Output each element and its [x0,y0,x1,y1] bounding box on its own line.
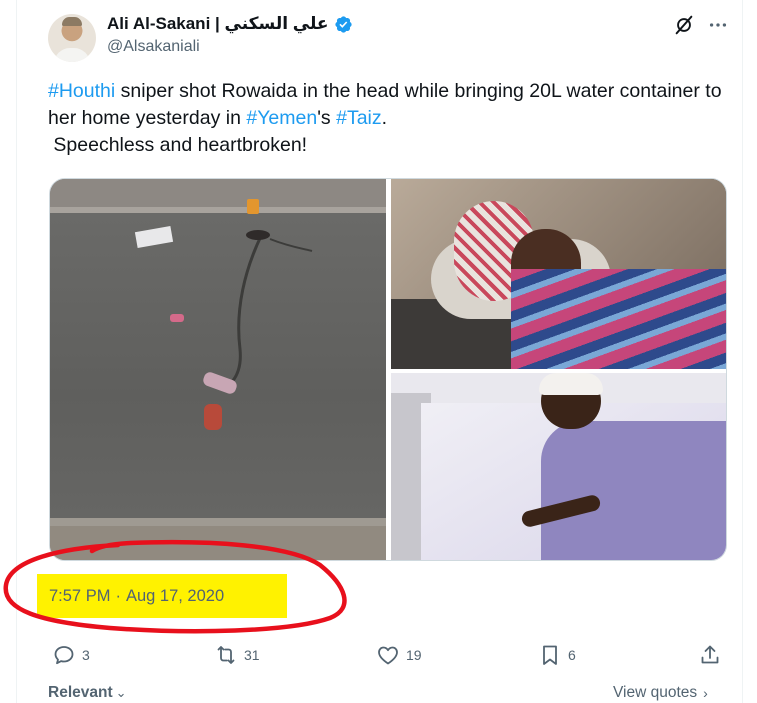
hashtag-link[interactable]: #Yemen [246,107,317,129]
sort-replies-dropdown[interactable]: Relevant ⌄ [48,684,127,702]
more-icon[interactable] [707,14,729,36]
sort-label: Relevant [48,684,113,701]
tweet-text: #Houthi sniper shot Rowaida in the head … [48,78,728,159]
author-display-name[interactable]: Ali Al-Sakani | علي السكني [107,14,329,34]
media-photo-injured-girl[interactable] [391,179,726,369]
avatar-shirt [54,48,90,62]
bookmark-count: 6 [568,647,576,663]
photo-sidewalk-bottom [50,526,386,560]
hashtag-link[interactable]: #Houthi [48,80,115,102]
photo-jerrycan [247,199,259,214]
reply-button[interactable]: 3 [52,640,90,670]
photo-trail [228,230,313,386]
reply-icon [54,646,74,665]
bookmark-button[interactable]: 6 [538,640,576,670]
timestamp-separator: · [115,586,121,605]
timestamp-time: 7:57 PM [49,586,111,605]
tweet-action-bar: 3 31 19 6 [48,640,728,670]
bookmark-icon [543,645,557,665]
tweet-timestamp[interactable]: 7:57 PM · Aug 17, 2020 [37,574,287,618]
media-photo-hospital-bed[interactable] [391,373,726,560]
view-quotes-link[interactable]: View quotes › [613,684,708,702]
media-photo-street[interactable] [50,179,386,560]
photo-gown [541,421,726,560]
media-grid[interactable] [49,178,727,561]
photo-curb-bottom [50,518,386,526]
hashtag-link[interactable]: #Taiz [336,107,382,129]
share-button[interactable] [698,640,722,670]
timeline-left-border [16,0,17,703]
avatar[interactable] [48,14,96,62]
grok-icon[interactable] [673,14,695,36]
timestamp-date: Aug 17, 2020 [125,586,225,605]
photo-object [170,314,184,322]
photo-head-bandage-2 [539,373,603,395]
author-handle[interactable]: @Alsakaniali [107,38,200,56]
chevron-right-icon: › [703,685,708,701]
verified-badge-icon [334,15,352,33]
avatar-cap [62,17,82,26]
reply-count: 3 [82,647,90,663]
tweet-text-segment: 's [317,107,337,129]
like-button[interactable]: 19 [376,640,422,670]
repost-icon [217,646,235,664]
repost-button[interactable]: 31 [214,640,260,670]
tweet-text-segment: sniper shot Rowaida in the head while br… [48,80,727,129]
like-icon [378,646,398,665]
view-quotes-label: View quotes [613,684,698,701]
repost-count: 31 [244,647,260,663]
photo-figure-standing [204,404,222,430]
photo-blanket [511,269,726,369]
like-count: 19 [406,647,422,663]
chevron-down-icon: ⌄ [115,685,127,700]
timeline-right-border [742,0,743,703]
share-icon [701,645,719,664]
author-name-row[interactable]: Ali Al-Sakani | علي السكني [107,13,353,35]
